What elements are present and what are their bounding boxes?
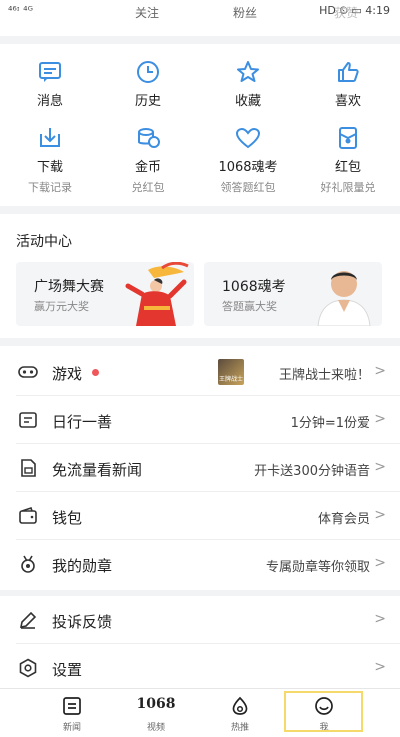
grid-item-likes[interactable]: 喜欢 — [298, 60, 398, 109]
activity-center-title: 活动中心 — [16, 234, 72, 250]
nav-video[interactable]: 1068 视频 — [116, 689, 196, 737]
grid-sublabel: 领答题红包 — [220, 181, 276, 194]
heart-icon — [235, 127, 261, 149]
chevron-right-icon: > — [374, 611, 386, 627]
grid-item-redpacket[interactable]: 红包 好礼限量兑 — [298, 126, 398, 195]
edit-pencil-icon — [19, 611, 37, 629]
menu-row-value: 专属勋章等你领取 — [265, 560, 370, 575]
thumbs-up-icon — [338, 62, 359, 82]
host-portrait — [317, 271, 371, 326]
grid-item-favorites[interactable]: 收藏 — [198, 60, 298, 109]
grid-label: 金币 — [134, 160, 161, 175]
grid-item-messages[interactable]: 消息 — [0, 60, 100, 109]
activity-card-title: 1068魂考 — [222, 279, 286, 295]
status-bar-right: HD ⏲ ▭ 4:19 — [319, 4, 390, 17]
grid-sublabel: 下载记录 — [28, 181, 72, 194]
message-icon — [39, 62, 61, 82]
selection-highlight — [284, 691, 363, 732]
coins-icon — [138, 128, 160, 148]
menu-row-wallet[interactable]: 钱包 体育会员 > — [0, 492, 400, 540]
grid-label: 消息 — [36, 94, 63, 109]
grid-item-history[interactable]: 历史 — [98, 60, 198, 109]
chevron-right-icon: > — [374, 411, 386, 427]
nav-hot[interactable]: 热推 — [200, 689, 280, 737]
dancer-illustration — [125, 262, 189, 326]
menu-row-free-data[interactable]: 免流量看新闻 开卡送300分钟语音 > — [0, 444, 400, 492]
grid-sublabel: 兑红包 — [131, 181, 165, 194]
hot-icon — [232, 696, 248, 715]
menu-row-value: 1分钟=1份爱 — [290, 416, 370, 431]
grid-label: 收藏 — [234, 94, 261, 109]
game-thumbnail-text: 王牌战士 — [219, 376, 244, 383]
nav-news[interactable]: 新闻 — [32, 689, 112, 737]
grid-label: 喜欢 — [334, 94, 361, 109]
chevron-right-icon: > — [374, 659, 386, 675]
menu-row-label: 日行一善 — [52, 413, 113, 431]
menu-row-settings[interactable]: 设置 > — [0, 644, 400, 692]
notification-dot — [92, 369, 99, 376]
charity-card-icon — [19, 412, 37, 428]
nav-label: 热推 — [230, 723, 249, 733]
tab-fans[interactable]: 粉丝 — [233, 4, 257, 21]
chevron-right-icon: > — [374, 507, 386, 523]
download-icon — [40, 128, 60, 147]
nav-label: 视频 — [146, 723, 165, 733]
clock-icon — [137, 61, 159, 83]
activity-card-subtitle: 赢万元大奖 — [34, 300, 89, 313]
video-1068-icon: 1068 — [136, 696, 176, 712]
chevron-right-icon: > — [374, 363, 386, 379]
game-thumbnail: 王牌战士 — [218, 359, 244, 385]
tab-following[interactable]: 关注 — [135, 4, 159, 21]
grid-sublabel: 好礼限量兑 — [320, 181, 376, 194]
activity-card-dance[interactable]: 广场舞大赛 赢万元大奖 — [16, 262, 194, 326]
activity-card-quiz[interactable]: 1068魂考 答题赢大奖 — [204, 262, 382, 326]
menu-row-label: 钱包 — [52, 509, 83, 527]
grid-item-coins[interactable]: 金币 兑红包 — [98, 126, 198, 195]
gamepad-icon — [18, 366, 38, 378]
wallet-icon — [19, 506, 37, 524]
grid-label: 1068魂考 — [218, 160, 278, 175]
nav-label: 新闻 — [62, 723, 81, 733]
menu-row-label: 我的勋章 — [52, 557, 113, 575]
menu-row-games[interactable]: 游戏 王牌战士 王牌战士来啦！ > — [0, 348, 400, 396]
chevron-right-icon: > — [374, 459, 386, 475]
activity-card-title: 广场舞大赛 — [34, 279, 104, 295]
top-header: ⁴⁶ᶦ ⁴ᴳ 关注 粉丝 获赞 HD ⏲ ▭ 4:19 — [0, 0, 400, 36]
settings-icon — [19, 658, 37, 678]
grid-label: 红包 — [334, 160, 361, 175]
menu-row-label: 设置 — [52, 661, 83, 679]
grid-label: 下载 — [36, 160, 63, 175]
menu-row-value: 王牌战士来啦！ — [278, 368, 370, 383]
sim-card-icon — [21, 459, 36, 477]
menu-row-label: 免流量看新闻 — [52, 461, 143, 479]
grid-item-downloads[interactable]: 下载 下载记录 — [0, 126, 100, 195]
menu-row-medals[interactable]: 我的勋章 专属勋章等你领取 > — [0, 540, 400, 588]
grid-label: 历史 — [134, 94, 161, 109]
activity-card-subtitle: 答题赢大奖 — [222, 300, 277, 313]
grid-item-quiz[interactable]: 1068魂考 领答题红包 — [198, 126, 298, 195]
shortcut-grid-card: 消息 历史 收藏 喜欢 下载 下载记录 金币 兑红包 1068魂考 领答题红包 … — [0, 44, 400, 206]
menu-row-feedback[interactable]: 投诉反馈 > — [0, 596, 400, 644]
star-icon — [237, 61, 259, 82]
menu-row-charity[interactable]: 日行一善 1分钟=1份爱 > — [0, 396, 400, 444]
menu-row-value: 体育会员 — [317, 512, 370, 527]
menu-row-label: 投诉反馈 — [52, 613, 113, 631]
chevron-right-icon: > — [374, 555, 386, 571]
red-packet-icon — [339, 127, 357, 149]
menu-row-label: 游戏 — [52, 365, 83, 383]
medal-icon — [21, 555, 35, 573]
news-icon — [63, 697, 81, 715]
menu-row-value: 开卡送300分钟语音 — [254, 464, 370, 479]
